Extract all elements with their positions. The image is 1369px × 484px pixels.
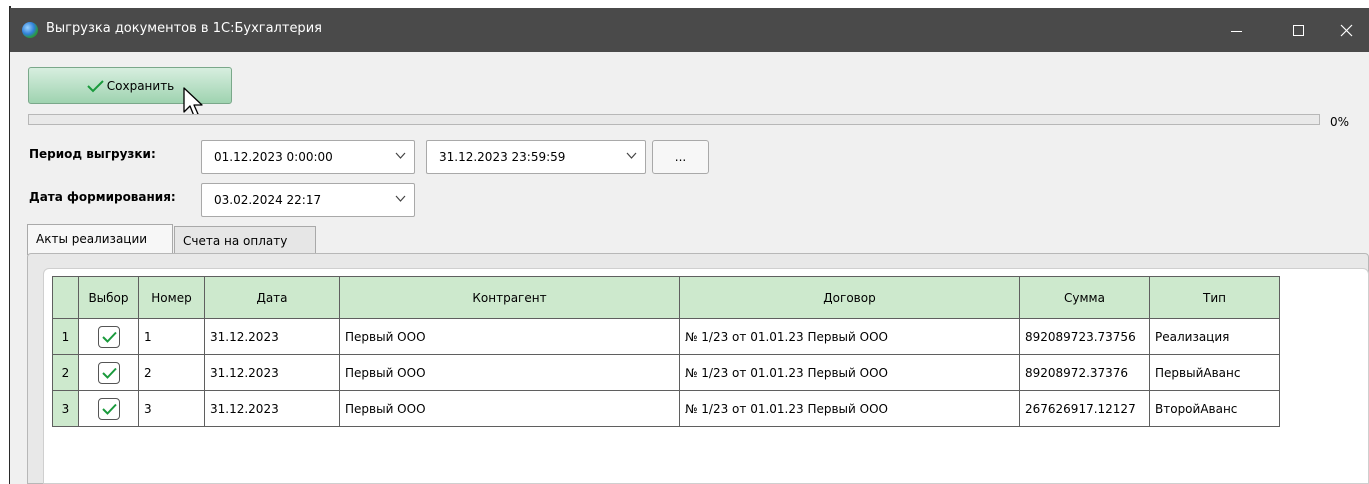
row-number: 2	[52, 354, 79, 391]
contract-cell[interactable]: № 1/23 от 01.01.23 Первый ООО	[679, 390, 1020, 427]
save-button-label: Сохранить	[106, 78, 175, 93]
period-from-value: 01.12.2023 0:00:00	[214, 150, 333, 164]
counterparty-cell[interactable]: Первый ООО	[339, 390, 680, 427]
column-header-sum[interactable]: Сумма	[1019, 276, 1150, 319]
column-header-type[interactable]: Тип	[1149, 276, 1280, 319]
number-cell[interactable]: 1	[138, 318, 205, 355]
period-more-button[interactable]: ...	[652, 140, 709, 174]
select-checkbox[interactable]	[97, 325, 120, 348]
date-cell[interactable]: 31.12.2023	[204, 390, 340, 427]
progress-percent: 0%	[1330, 115, 1350, 129]
chevron-down-icon	[626, 152, 637, 159]
tab-acts[interactable]: Акты реализации	[27, 224, 173, 255]
counterparty-cell[interactable]: Первый ООО	[339, 354, 680, 391]
number-cell[interactable]: 3	[138, 390, 205, 427]
tab-invoices[interactable]: Счета на оплату	[174, 226, 316, 253]
close-button[interactable]	[1323, 8, 1369, 52]
select-checkbox[interactable]	[97, 361, 120, 384]
maximize-icon	[1292, 24, 1304, 36]
checkmark-icon	[101, 331, 117, 343]
column-header-contract[interactable]: Договор	[679, 276, 1020, 319]
formation-date-value: 03.02.2024 22:17	[214, 193, 322, 207]
column-header-date[interactable]: Дата	[204, 276, 340, 319]
table-row[interactable]: 3 3 31.12.2023 Первый ООО № 1/23 от 01.0…	[52, 390, 1280, 427]
sum-cell[interactable]: 267626917.12127	[1019, 390, 1150, 427]
sum-cell[interactable]: 89208972.37376	[1019, 354, 1150, 391]
documents-table: Выбор Номер Дата Контрагент Договор Сумм…	[52, 276, 1280, 427]
checkmark-icon	[101, 367, 117, 379]
export-progress-bar	[28, 114, 1320, 125]
formation-date-label-text: Дата формирования:	[29, 190, 176, 204]
counterparty-cell[interactable]: Первый ООО	[339, 318, 680, 355]
chevron-down-icon	[395, 195, 406, 202]
table-header-row: Выбор Номер Дата Контрагент Договор Сумм…	[52, 276, 1280, 319]
row-number: 3	[52, 390, 79, 427]
select-cell[interactable]	[78, 318, 139, 355]
title-bar[interactable]: Выгрузка документов в 1С:Бухгалтерия	[10, 8, 1369, 52]
period-label: Период выгрузки:	[29, 147, 156, 161]
period-to-value: 31.12.2023 23:59:59	[439, 150, 566, 164]
checkmark-icon	[101, 403, 117, 415]
chevron-down-icon	[395, 152, 406, 159]
date-cell[interactable]: 31.12.2023	[204, 354, 340, 391]
sum-cell[interactable]: 892089723.73756	[1019, 318, 1150, 355]
minimize-button[interactable]	[1213, 8, 1259, 52]
select-cell[interactable]	[78, 354, 139, 391]
number-cell[interactable]: 2	[138, 354, 205, 391]
column-header-rownum	[52, 276, 79, 319]
minimize-icon	[1230, 30, 1242, 32]
column-header-counterparty[interactable]: Контрагент	[339, 276, 680, 319]
formation-date-label: Дата формирования:	[29, 190, 176, 204]
select-cell[interactable]	[78, 390, 139, 427]
contract-cell[interactable]: № 1/23 от 01.01.23 Первый ООО	[679, 318, 1020, 355]
checkmark-icon	[87, 79, 104, 92]
formation-date-combo[interactable]: 03.02.2024 22:17	[201, 183, 415, 217]
column-header-number[interactable]: Номер	[138, 276, 205, 319]
row-number: 1	[52, 318, 79, 355]
column-header-select[interactable]: Выбор	[78, 276, 139, 319]
table-row[interactable]: 1 1 31.12.2023 Первый ООО № 1/23 от 01.0…	[52, 318, 1280, 355]
select-checkbox[interactable]	[97, 397, 120, 420]
period-to-combo[interactable]: 31.12.2023 23:59:59	[426, 140, 646, 174]
close-icon	[1340, 24, 1352, 36]
contract-cell[interactable]: № 1/23 от 01.01.23 Первый ООО	[679, 354, 1020, 391]
window-title: Выгрузка документов в 1С:Бухгалтерия	[46, 21, 322, 36]
type-cell[interactable]: ВторойАванс	[1149, 390, 1280, 427]
maximize-button[interactable]	[1275, 8, 1321, 52]
period-from-combo[interactable]: 01.12.2023 0:00:00	[201, 140, 415, 174]
table-row[interactable]: 2 2 31.12.2023 Первый ООО № 1/23 от 01.0…	[52, 354, 1280, 391]
export-window: Выгрузка документов в 1С:Бухгалтерия Сох…	[10, 8, 1369, 484]
type-cell[interactable]: ПервыйАванс	[1149, 354, 1280, 391]
date-cell[interactable]: 31.12.2023	[204, 318, 340, 355]
type-cell[interactable]: Реализация	[1149, 318, 1280, 355]
globe-icon	[22, 22, 38, 38]
